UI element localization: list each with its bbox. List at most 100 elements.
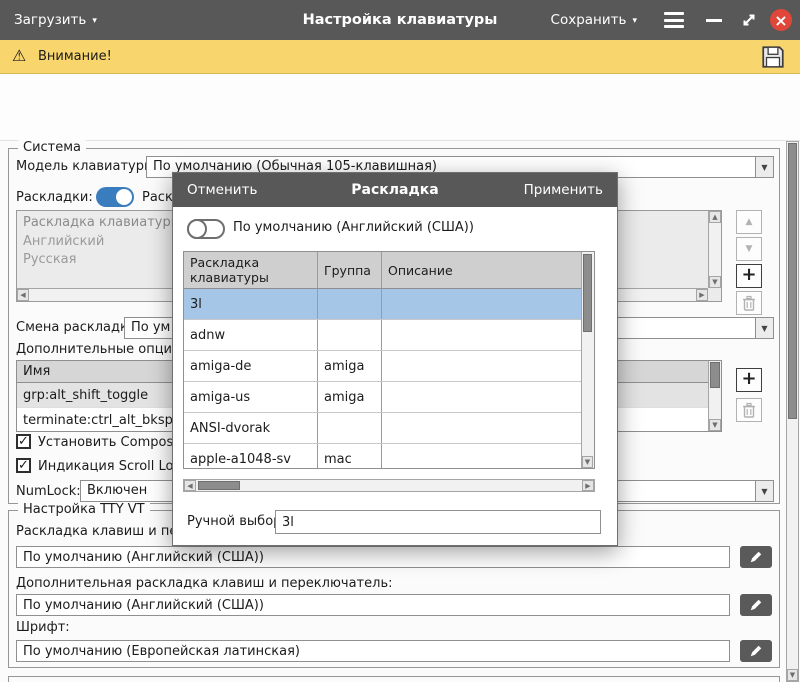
numlock-label: NumLock:	[16, 484, 81, 499]
default-layout-toggle-label: По умолчанию (Английский (США))	[233, 220, 474, 235]
scroll-right-icon[interactable]: ▶	[582, 480, 594, 491]
layouts-listbox-header: Раскладка клавиатуры	[23, 215, 181, 230]
scrollbar-thumb[interactable]	[710, 362, 720, 388]
pencil-icon	[749, 644, 763, 658]
save-menu-button[interactable]: Сохранить ▾	[551, 0, 637, 40]
titlebar: Загрузить ▾ Настройка клавиатуры Сохрани…	[0, 0, 800, 40]
layout-dialog: Отменить Раскладка Применить По умолчани…	[172, 172, 618, 546]
scroll-right-icon: ▶	[696, 289, 708, 301]
move-layout-down-button[interactable]: ▼	[736, 237, 762, 261]
dialog-vertical-scrollbar[interactable]: ▼	[581, 252, 594, 468]
warning-text: Внимание!	[38, 49, 112, 64]
dialog-horizontal-scrollbar[interactable]: ◀ ▶	[183, 479, 595, 492]
keyboard-model-label: Модель клавиатуры:	[16, 159, 159, 174]
tty-font-input[interactable]	[16, 640, 730, 662]
toggle-knob	[187, 219, 207, 239]
save-file-button[interactable]	[760, 44, 786, 70]
warning-icon: ⚠	[12, 46, 26, 65]
system-group-legend: Система	[18, 140, 86, 155]
options-vertical-scrollbar[interactable]: ▼	[708, 361, 721, 431]
scroll-left-icon: ◀	[17, 289, 29, 301]
app-window: Загрузить ▾ Настройка клавиатуры Сохрани…	[0, 0, 800, 682]
column-header[interactable]: Раскладка клавиатуры	[184, 252, 318, 288]
close-button[interactable]: ×	[770, 9, 792, 31]
scroll-down-icon[interactable]: ▼	[787, 669, 798, 681]
scrollbar-thumb[interactable]	[788, 143, 797, 419]
edit-keymap-button[interactable]	[740, 546, 772, 568]
scrolllock-checkbox[interactable]: ✓	[16, 458, 31, 473]
warning-banner: ⚠ Внимание!	[0, 40, 800, 74]
trash-icon	[742, 402, 756, 418]
dropdown-arrow-icon: ▼	[755, 481, 773, 501]
pencil-icon	[749, 550, 763, 564]
tty-extra-label: Дополнительная раскладка клавиш и перекл…	[16, 576, 392, 591]
scroll-left-icon[interactable]: ◀	[184, 480, 196, 491]
extra-options-label: Дополнительные опции:	[16, 342, 185, 357]
column-header[interactable]: Группа	[318, 252, 382, 288]
delete-option-button[interactable]	[736, 398, 762, 422]
layout-switch-label: Смена раскладки:	[16, 320, 141, 335]
arrow-up-icon: ▲	[746, 217, 753, 227]
hamburger-icon	[664, 12, 684, 15]
compose-checkbox-label: Установить Compose	[38, 435, 181, 450]
tty-extra-input[interactable]	[16, 594, 730, 616]
edit-font-button[interactable]	[740, 640, 772, 662]
check-icon: ✓	[18, 434, 29, 449]
plus-icon: +	[741, 266, 756, 284]
layout-table-row[interactable]: apple-a1048-sv mac	[184, 444, 582, 469]
caret-down-icon: ▾	[632, 16, 637, 26]
edit-extra-button[interactable]	[740, 594, 772, 616]
tty-keymap-input[interactable]	[16, 546, 730, 568]
floppy-icon	[760, 44, 786, 70]
scroll-down-icon: ▼	[709, 276, 721, 288]
menu-button[interactable]	[664, 12, 684, 28]
layout-table-row[interactable]: 3l	[184, 289, 582, 320]
move-layout-up-button[interactable]: ▲	[736, 210, 762, 234]
add-option-button[interactable]: +	[736, 368, 762, 392]
scroll-up-icon: ▲	[709, 211, 721, 223]
tty-keymap-label: Раскладка клавиш и пер	[16, 524, 186, 539]
plus-icon: +	[741, 370, 756, 388]
manual-select-input[interactable]	[275, 510, 601, 534]
default-layout-toggle[interactable]	[187, 219, 225, 239]
layout-table-row[interactable]: amiga-de amiga	[184, 351, 582, 382]
scroll-down-icon[interactable]: ▼	[709, 419, 721, 431]
delete-layout-button[interactable]	[736, 291, 762, 315]
toggle-knob	[116, 189, 132, 205]
dialog-apply-button[interactable]: Применить	[524, 173, 603, 207]
list-item: Русская	[23, 252, 76, 267]
listbox-vertical-scrollbar: ▲ ▼	[708, 211, 721, 288]
layout-table-header: Раскладка клавиатуры Группа Описание	[184, 252, 582, 289]
scrolllock-checkbox-label: Индикация Scroll Lock	[38, 459, 188, 474]
fullscreen-button[interactable]	[740, 11, 758, 29]
next-group-edge	[8, 676, 780, 682]
scrollbar-thumb[interactable]	[583, 254, 592, 332]
page-header: Клавиатура Настройка параметров клавиату…	[0, 74, 800, 140]
layouts-label: Раскладки:	[16, 190, 93, 205]
dialog-header: Отменить Раскладка Применить	[173, 173, 617, 207]
layouts-toggle[interactable]	[96, 187, 134, 207]
list-item: Английский	[23, 234, 104, 249]
close-icon: ×	[774, 11, 787, 30]
layouts-toggle-text: Раскл	[142, 190, 172, 205]
pencil-icon	[749, 598, 763, 612]
check-icon: ✓	[18, 458, 29, 473]
layout-table-row[interactable]: amiga-us amiga	[184, 382, 582, 413]
trash-icon	[742, 295, 756, 311]
compose-checkbox[interactable]: ✓	[16, 434, 31, 449]
tty-group-legend: Настройка TTY VT	[18, 502, 150, 517]
column-header[interactable]: Описание	[382, 252, 582, 288]
minimize-button[interactable]	[706, 19, 722, 22]
dropdown-arrow-icon: ▼	[755, 318, 773, 338]
main-scrollbar[interactable]: ▼	[786, 141, 799, 682]
layout-table-row[interactable]: ANSI-dvorak	[184, 413, 582, 444]
arrow-down-icon: ▼	[746, 244, 753, 254]
scroll-down-icon[interactable]: ▼	[582, 456, 593, 468]
scrollbar-thumb[interactable]	[198, 481, 240, 490]
save-menu-label: Сохранить	[551, 12, 627, 28]
layout-table-row[interactable]: adnw	[184, 320, 582, 351]
layout-table: Раскладка клавиатуры Группа Описание 3l …	[183, 251, 595, 469]
tty-font-label: Шрифт:	[16, 620, 70, 635]
dropdown-arrow-icon: ▼	[755, 157, 773, 177]
add-layout-button[interactable]: +	[736, 264, 762, 288]
